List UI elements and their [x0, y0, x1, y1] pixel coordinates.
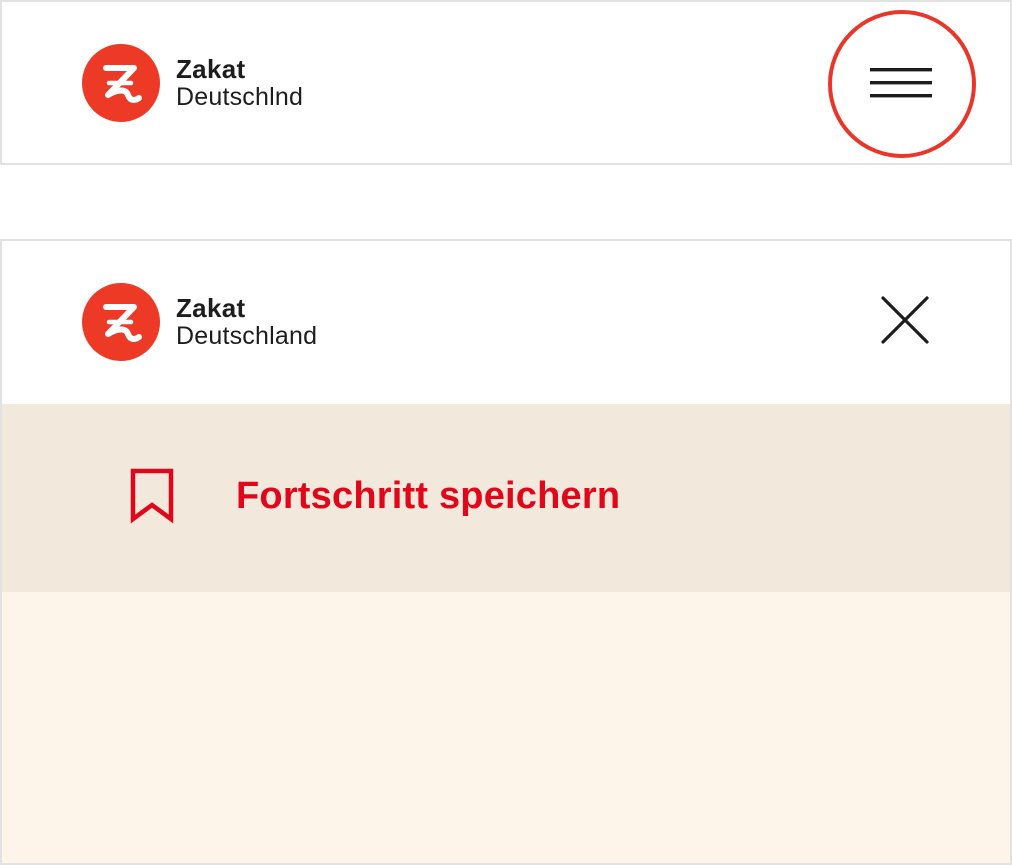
header-collapsed: Zakat Deutschlnd	[0, 0, 1012, 165]
logo-text: Zakat Deutschlnd	[176, 54, 304, 111]
save-progress-label: Fortschritt speichern	[236, 474, 621, 517]
menu-expanded: Zakat Deutschland Fortschritt speichern	[0, 239, 1012, 865]
z-logo-icon	[82, 44, 160, 122]
logo[interactable]: Zakat Deutschland	[82, 283, 317, 361]
logo-title: Zakat	[176, 293, 246, 324]
hamburger-menu-icon	[870, 68, 932, 98]
close-icon	[881, 296, 929, 344]
close-menu-button[interactable]	[876, 291, 934, 349]
menu-body	[2, 592, 1010, 863]
menu-item-save-progress[interactable]: Fortschritt speichern	[2, 404, 1010, 752]
z-logo-icon	[82, 283, 160, 361]
save-progress-link[interactable]: Fortschritt speichern	[130, 468, 620, 524]
menu-button[interactable]	[828, 10, 976, 158]
logo-subtitle: Deutschland	[176, 321, 318, 350]
logo-text: Zakat Deutschland	[176, 293, 318, 350]
logo-subtitle: Deutschlnd	[176, 82, 304, 111]
bookmark-icon	[130, 468, 174, 524]
logo[interactable]: Zakat Deutschlnd	[82, 44, 303, 122]
logo-title: Zakat	[176, 54, 246, 85]
